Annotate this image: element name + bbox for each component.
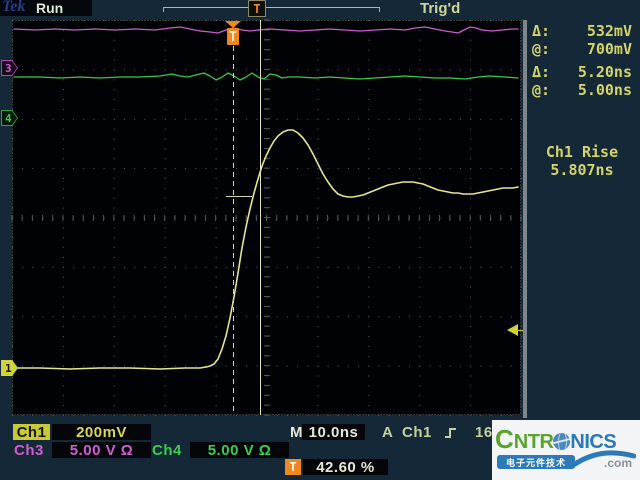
- ch3-scale-readout: 5.00 V Ω: [52, 442, 151, 459]
- oscilloscope-display: T Tek Run Trig'd T Δ: 532mV @: 700mV Δ: …: [0, 0, 640, 480]
- channel-marker-number: 4: [5, 111, 12, 125]
- measurement-title: Ch1 Rise: [545, 143, 619, 161]
- ch1-scale-readout: 200mV: [52, 424, 151, 441]
- trigger-mode-label: A: [382, 424, 394, 441]
- ch1-label-tag: Ch1: [13, 424, 50, 441]
- trigger-level-readout: 16: [475, 424, 493, 441]
- logo-tld: .com: [604, 456, 633, 470]
- cursor-time-at-row: @: 5.00ns: [524, 81, 638, 99]
- acquisition-status: Run: [36, 0, 64, 16]
- cursor-time-delta-row: Δ: 5.20ns: [524, 63, 638, 81]
- measurement-value: 5.807ns: [550, 161, 614, 179]
- timebase-readout: 10.0ns: [302, 424, 365, 441]
- at-label: @:: [532, 40, 551, 58]
- at-value: 700mV: [586, 40, 632, 58]
- record-view-left-bracket: [163, 7, 164, 12]
- channel-marker-number: 1: [5, 361, 12, 375]
- logo-letter-c: C: [495, 424, 514, 454]
- at-value: 5.00ns: [577, 81, 632, 99]
- ch4-scale-readout: 5.00 V Ω: [190, 442, 289, 459]
- auto-measurement: Ch1 Rise 5.807ns: [524, 143, 640, 179]
- ch4-label: Ch4: [152, 442, 182, 459]
- logo-subtitle-pill: 电子元件技术: [497, 455, 575, 469]
- record-trigger-position-icon: T: [248, 0, 266, 17]
- ch3-label: Ch3: [14, 442, 44, 459]
- trigger-position-icon: T: [285, 459, 301, 475]
- logo-letters-ntr: NTR: [513, 431, 554, 453]
- trigger-position-readout: 42.60 %: [303, 459, 388, 476]
- cursor-amplitude-at-row: @: 700mV: [524, 40, 638, 58]
- delta-value: 532mV: [586, 22, 632, 40]
- trigger-source: Ch1: [402, 424, 432, 441]
- record-view-right-bracket: [379, 7, 380, 12]
- at-label: @:: [532, 81, 551, 99]
- delta-label: Δ:: [532, 63, 551, 81]
- delta-label: Δ:: [532, 22, 551, 40]
- globe-icon: [553, 433, 571, 450]
- rising-edge-icon: [445, 428, 456, 438]
- cntronics-watermark[interactable]: CNTR NICS 电子元件技术 .com: [492, 420, 640, 480]
- delta-value: 5.20ns: [577, 63, 632, 81]
- graticule-screen: [12, 20, 521, 415]
- record-view-bar: [163, 7, 380, 8]
- tek-logo: Tek: [2, 0, 26, 15]
- cursor-amplitude-delta-row: Δ: 532mV: [524, 22, 638, 40]
- trigger-status: Trig'd: [420, 0, 461, 17]
- channel-marker-number: 3: [5, 61, 12, 75]
